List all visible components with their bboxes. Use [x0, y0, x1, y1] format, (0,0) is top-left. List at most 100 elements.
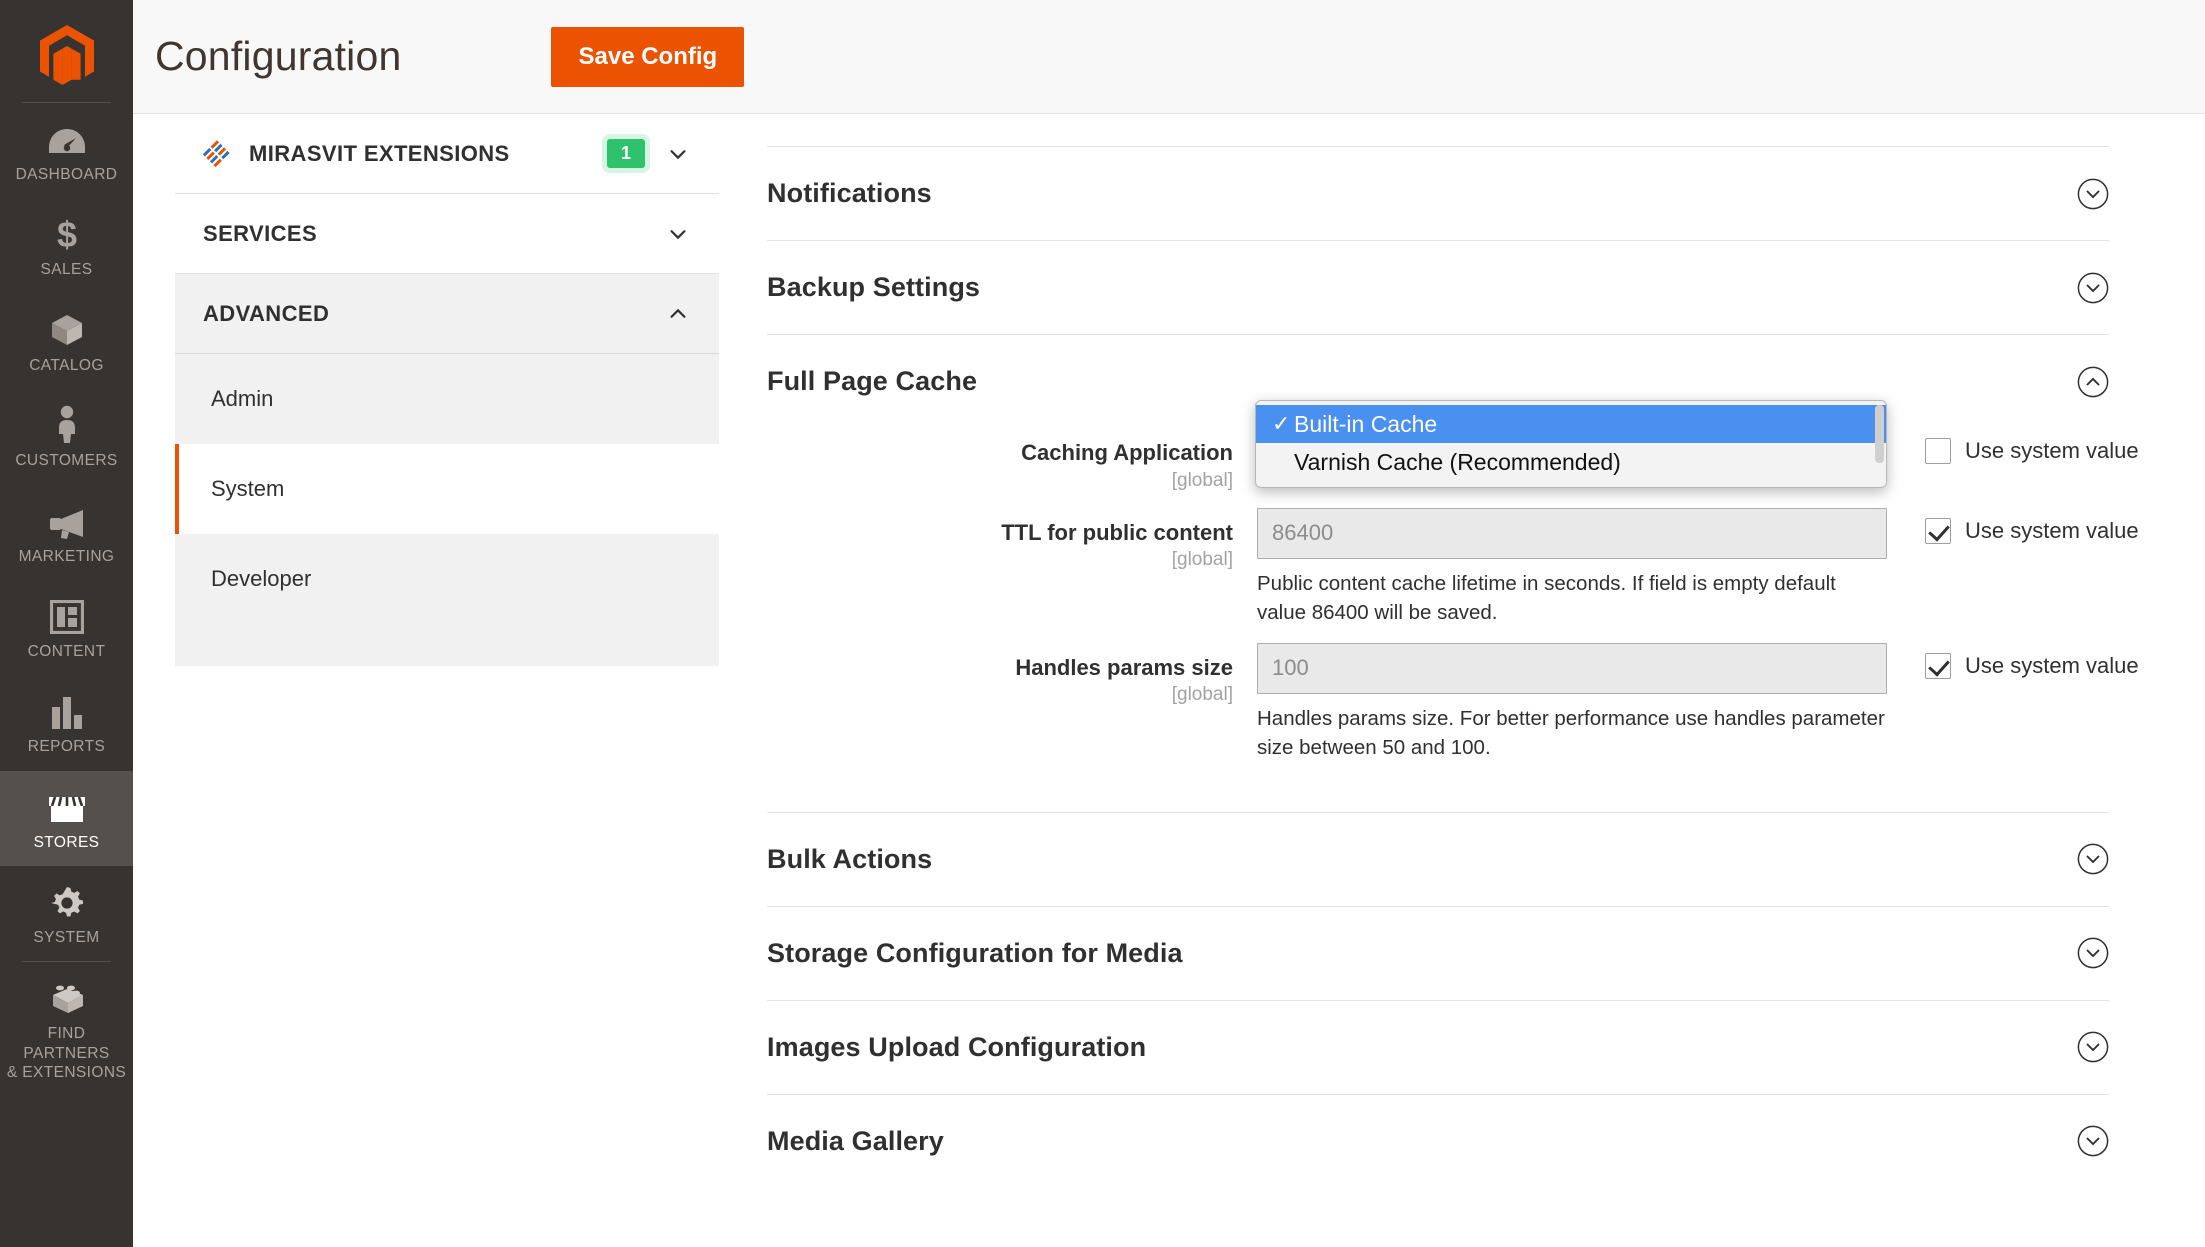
sidebar-item-catalog[interactable]: CATALOG	[0, 294, 133, 389]
fieldset-full-page-cache: Full Page Cache Caching Application [glo…	[767, 334, 2139, 812]
nav-section-title: SERVICES	[203, 220, 318, 246]
fieldset-header-media-gallery[interactable]: Media Gallery	[767, 1095, 2109, 1188]
option-varnish-cache[interactable]: ✓ Varnish Cache (Recommended)	[1256, 443, 1886, 481]
field-handles-params-size: Handles params size [global] Handles par…	[767, 642, 2139, 762]
nav-section-title: MIRASVIT EXTENSIONS	[249, 140, 510, 166]
fieldset-bulk-actions: Bulk Actions	[767, 811, 2109, 906]
field-scope-text: [global]	[1171, 684, 1233, 706]
fieldset-title: Bulk Actions	[767, 843, 933, 874]
fieldset-images-upload-configuration: Images Upload Configuration	[767, 999, 2109, 1094]
sidebar-item-customers[interactable]: CUSTOMERS	[0, 389, 133, 484]
configuration-sections: Notifications Backup Settings Full Page …	[719, 114, 2205, 1247]
use-system-value-caching-application: Use system value	[1925, 428, 2139, 464]
page-title: Configuration	[155, 33, 402, 79]
fieldset-title: Media Gallery	[767, 1125, 944, 1156]
use-system-value-ttl-public-content: Use system value	[1925, 508, 2139, 544]
sidebar-item-find-partners-extensions[interactable]: FIND PARTNERS & EXTENSIONS	[0, 962, 133, 1096]
chevron-up-icon	[670, 308, 686, 318]
nav-item-developer[interactable]: Developer	[175, 534, 719, 624]
sidebar-item-system[interactable]: SYSTEM	[0, 866, 133, 961]
system-gear-icon	[50, 882, 84, 920]
fieldset-notifications: Notifications	[767, 146, 2109, 240]
admin-sidebar: DASHBOARD $ SALES CATALOG CUSTOMERS MARK…	[0, 0, 133, 1247]
nav-sub-spacer	[175, 624, 719, 666]
ttl-public-content-input[interactable]	[1257, 507, 1887, 559]
admin-main-area: Configuration Save Config MIRASVIT EXTEN…	[133, 0, 2205, 1247]
chevron-down-circle-icon[interactable]	[2077, 1125, 2109, 1157]
field-control-caching-application: ✓ Built-in Cache ✓ Varnish Cache (Recomm…	[1255, 400, 1887, 488]
field-label-text: Caching Application	[1021, 440, 1233, 465]
sidebar-item-label: CATALOG	[29, 356, 104, 374]
option-label: Varnish Cache (Recommended)	[1294, 448, 1621, 475]
content-layout-icon	[49, 596, 84, 634]
fieldset-title: Backup Settings	[767, 272, 981, 302]
fieldset-body-full-page-cache: Caching Application [global] ✓ Built-in …	[767, 400, 2139, 812]
fieldset-header-bulk-actions[interactable]: Bulk Actions	[767, 813, 2109, 906]
sidebar-item-label: MARKETING	[18, 547, 115, 565]
sidebar-item-label: DASHBOARD	[15, 166, 118, 183]
chevron-down-circle-icon[interactable]	[2077, 937, 2109, 969]
field-label-caching-application: Caching Application [global]	[767, 428, 1257, 492]
field-scope-text: [global]	[1171, 469, 1233, 491]
chevron-down-circle-icon[interactable]	[2077, 1031, 2109, 1063]
sidebar-item-label: SALES	[40, 261, 93, 279]
field-caching-application: Caching Application [global] ✓ Built-in …	[767, 400, 2139, 492]
chevron-down-circle-icon[interactable]	[2077, 272, 2109, 304]
use-system-value-checkbox[interactable]	[1925, 438, 1951, 464]
fieldset-title: Images Upload Configuration	[767, 1031, 1147, 1062]
option-built-in-cache[interactable]: ✓ Built-in Cache	[1256, 405, 1886, 443]
nav-item-admin[interactable]: Admin	[175, 354, 719, 444]
sidebar-item-marketing[interactable]: MARKETING	[0, 485, 133, 580]
fieldset-storage-configuration-for-media: Storage Configuration for Media	[767, 905, 2109, 1000]
magento-logo-icon	[39, 25, 94, 85]
fieldset-header-storage-configuration-for-media[interactable]: Storage Configuration for Media	[767, 907, 2109, 1000]
sidebar-item-label: REPORTS	[27, 738, 106, 756]
chevron-down-circle-icon[interactable]	[2077, 178, 2109, 210]
use-system-value-handles-params-size: Use system value	[1925, 643, 2139, 679]
option-label: Built-in Cache	[1294, 410, 1438, 437]
sidebar-item-stores[interactable]: STORES	[0, 770, 133, 866]
chevron-up-circle-icon[interactable]	[2077, 366, 2109, 398]
dashboard-icon	[48, 119, 86, 157]
field-label-text: TTL for public content	[1001, 519, 1233, 545]
svg-text:$: $	[56, 216, 76, 252]
field-note: Handles params size. For better performa…	[1257, 706, 1885, 759]
sidebar-item-dashboard[interactable]: DASHBOARD	[0, 103, 133, 198]
sales-dollar-icon: $	[54, 214, 80, 252]
chevron-down-icon	[670, 229, 686, 239]
fieldset-title: Full Page Cache	[767, 366, 978, 396]
sidebar-item-content[interactable]: CONTENT	[0, 580, 133, 675]
nav-section-advanced[interactable]: ADVANCED	[175, 274, 719, 354]
sidebar-item-reports[interactable]: REPORTS	[0, 675, 133, 770]
field-label-handles-params-size: Handles params size [global]	[767, 643, 1257, 707]
chevron-down-icon	[670, 149, 686, 159]
mirasvit-badge-count: 1	[606, 139, 645, 168]
use-system-value-checkbox[interactable]	[1925, 517, 1951, 544]
field-note: Public content cache lifetime in seconds…	[1257, 571, 1836, 624]
admin-app: DASHBOARD $ SALES CATALOG CUSTOMERS MARK…	[0, 0, 2205, 1247]
field-scope-text: [global]	[1171, 549, 1233, 570]
use-system-value-checkbox[interactable]	[1925, 652, 1951, 679]
sidebar-item-sales[interactable]: $ SALES	[0, 198, 133, 293]
reports-bars-icon	[50, 691, 84, 730]
nav-item-system[interactable]: System	[175, 444, 719, 534]
handles-params-size-input[interactable]	[1257, 642, 1887, 694]
sidebar-item-label: FIND PARTNERS & EXTENSIONS	[6, 1025, 127, 1082]
sidebar-item-label: CONTENT	[27, 642, 106, 660]
nav-advanced-items: Admin System Developer	[175, 354, 719, 666]
configuration-nav: MIRASVIT EXTENSIONS 1 SERVICES ADVANCED …	[133, 114, 719, 1247]
catalog-box-icon	[49, 310, 85, 348]
fieldset-header-notifications[interactable]: Notifications	[767, 147, 2109, 240]
check-icon: ✓	[1272, 411, 1291, 436]
dropdown-scrollbar[interactable]	[1875, 405, 1884, 463]
fieldset-header-images-upload-configuration[interactable]: Images Upload Configuration	[767, 1001, 2109, 1094]
chevron-down-circle-icon[interactable]	[2077, 843, 2109, 875]
nav-section-mirasvit-extensions[interactable]: MIRASVIT EXTENSIONS 1	[175, 114, 719, 194]
sidebar-item-label: CUSTOMERS	[15, 452, 118, 470]
customers-person-icon	[54, 405, 80, 444]
fieldset-header-backup-settings[interactable]: Backup Settings	[767, 241, 2109, 334]
save-config-button[interactable]: Save Config	[551, 26, 745, 87]
nav-section-services[interactable]: SERVICES	[175, 194, 719, 274]
field-label-ttl-public-content: TTL for public content [global]	[767, 508, 1257, 572]
magento-logo[interactable]	[0, 10, 133, 102]
